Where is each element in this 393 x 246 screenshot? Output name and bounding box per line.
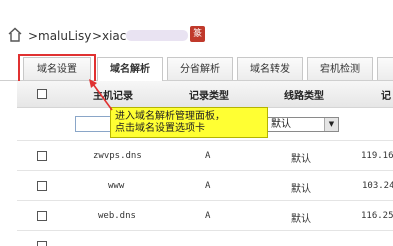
row-line: 默认 <box>291 154 311 165</box>
row-host: www <box>108 181 125 191</box>
row-line: 默认 <box>291 214 311 225</box>
row-checkbox[interactable] <box>37 241 47 246</box>
row-checkbox[interactable] <box>37 151 47 161</box>
row-value: 116.255 <box>361 211 393 221</box>
row-value: 119.161 <box>361 151 393 161</box>
table-row[interactable]: zwvps.dns A 默认 119.161 <box>17 141 393 170</box>
table-row[interactable]: web.dns A 默认 116.255 <box>17 201 393 230</box>
row-type: A <box>205 151 211 161</box>
row-checkbox[interactable] <box>37 211 47 221</box>
row-checkbox[interactable] <box>37 181 47 191</box>
row-line: 默认 <box>291 184 311 195</box>
row-host: zwvps.dns <box>93 151 142 161</box>
row-type: A <box>205 181 211 191</box>
row-divider <box>17 230 393 231</box>
row-host: web.dns <box>98 211 136 221</box>
row-value: 103.24 <box>362 181 393 191</box>
table-row[interactable]: www A 默认 103.24 <box>17 171 393 200</box>
row-type: A <box>205 211 211 221</box>
